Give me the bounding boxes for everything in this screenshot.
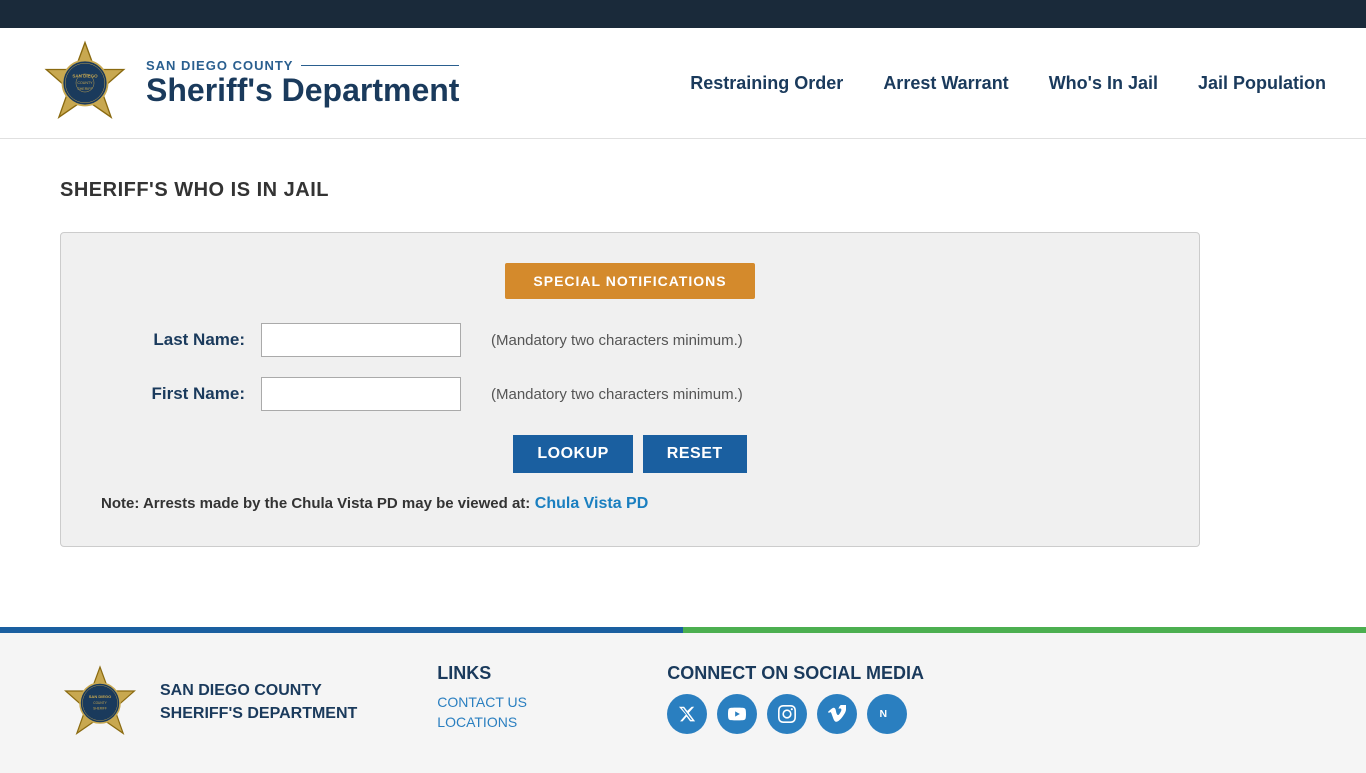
twitter-icon[interactable] [667,694,707,734]
last-name-row: Last Name: (Mandatory two characters min… [101,323,1159,357]
header-nav: Restraining Order Arrest Warrant Who's I… [690,73,1326,94]
svg-text:SAN DIEGO: SAN DIEGO [89,694,111,699]
svg-text:COUNTY: COUNTY [77,81,93,85]
svg-text:SHERIFF: SHERIFF [93,706,107,710]
header-county-line [301,65,459,66]
first-name-input[interactable] [261,377,461,411]
nav-whos-in-jail[interactable]: Who's In Jail [1049,73,1158,94]
sheriff-badge-logo: SAN DIEGO COUNTY SHERIFF [40,38,130,128]
vimeo-icon[interactable] [817,694,857,734]
reset-button[interactable]: RESET [643,435,747,473]
notif-btn-wrapper: SPECIAL NOTIFICATIONS [101,263,1159,299]
note-container: Note: Arrests made by the Chula Vista PD… [101,493,1159,516]
footer-badge-logo: SAN DIEGO COUNTY SHERIFF [60,663,140,743]
footer: SAN DIEGO COUNTY SHERIFF SAN DIEGO COUNT… [0,633,1366,773]
footer-links-section: LINKS CONTACT US LOCATIONS [437,663,587,734]
social-icons-row: N [667,694,924,734]
footer-social-section: CONNECT ON SOCIAL MEDIA N [667,663,924,734]
header-title-block: SAN DIEGO COUNTY Sheriff's Department [146,58,459,108]
svg-text:SAN DIEGO: SAN DIEGO [72,74,98,79]
header: SAN DIEGO COUNTY SHERIFF SAN DIEGO COUNT… [0,28,1366,139]
btn-row: LOOKUP RESET [101,435,1159,473]
header-county: SAN DIEGO COUNTY [146,58,459,73]
first-name-label: First Name: [101,384,261,404]
footer-locations-link[interactable]: LOCATIONS [437,714,587,730]
first-name-hint: (Mandatory two characters minimum.) [491,386,743,403]
first-name-row: First Name: (Mandatory two characters mi… [101,377,1159,411]
nav-arrest-warrant[interactable]: Arrest Warrant [883,73,1008,94]
nav-jail-population[interactable]: Jail Population [1198,73,1326,94]
note-text: Note: Arrests made by the Chula Vista PD… [101,495,530,512]
footer-links-title: LINKS [437,663,587,684]
page-title: SHERIFF'S WHO IS IN JAIL [60,179,1306,202]
footer-county: SAN DIEGO COUNTY [160,680,357,702]
youtube-icon[interactable] [717,694,757,734]
header-left: SAN DIEGO COUNTY SHERIFF SAN DIEGO COUNT… [40,38,459,128]
footer-social-title: CONNECT ON SOCIAL MEDIA [667,663,924,684]
last-name-input[interactable] [261,323,461,357]
last-name-hint: (Mandatory two characters minimum.) [491,332,743,349]
svg-text:COUNTY: COUNTY [93,700,107,704]
svg-text:SHERIFF: SHERIFF [77,87,93,91]
last-name-label: Last Name: [101,330,261,350]
nextdoor-icon[interactable]: N [867,694,907,734]
footer-left: SAN DIEGO COUNTY SHERIFF SAN DIEGO COUNT… [60,663,357,743]
main-content: SHERIFF'S WHO IS IN JAIL SPECIAL NOTIFIC… [0,139,1366,587]
footer-dept: SHERIFF'S DEPARTMENT [160,703,357,725]
search-container: SPECIAL NOTIFICATIONS Last Name: (Mandat… [60,232,1200,547]
nav-restraining-order[interactable]: Restraining Order [690,73,843,94]
special-notifications-button[interactable]: SPECIAL NOTIFICATIONS [505,263,754,299]
footer-contact-link[interactable]: CONTACT US [437,694,587,710]
instagram-icon[interactable] [767,694,807,734]
svg-text:N: N [880,708,888,720]
lookup-button[interactable]: LOOKUP [513,435,632,473]
header-dept: Sheriff's Department [146,73,459,108]
top-bar [0,0,1366,28]
footer-title-block: SAN DIEGO COUNTY SHERIFF'S DEPARTMENT [160,680,357,725]
chula-vista-link[interactable]: Chula Vista PD [535,495,649,512]
